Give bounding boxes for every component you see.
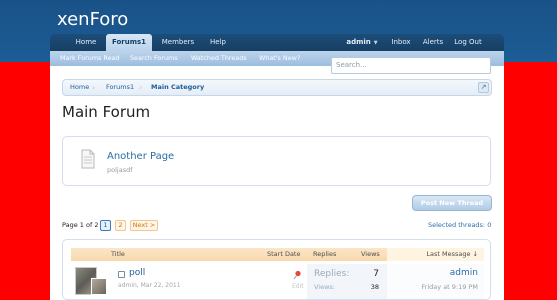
- alerts-link[interactable]: Alerts: [419, 34, 447, 51]
- breadcrumb-forums[interactable]: Forums1: [106, 80, 134, 95]
- logout-link[interactable]: Log Out: [452, 34, 484, 51]
- page-title: Main Forum: [62, 103, 151, 121]
- user-menu[interactable]: admin ▼: [343, 34, 381, 51]
- tab-home[interactable]: Home: [64, 34, 108, 51]
- tab-members-label: Members: [161, 38, 195, 46]
- tab-help[interactable]: Help: [202, 34, 234, 51]
- views-label: Views:: [314, 283, 336, 291]
- breadcrumb-separator-icon: ›: [139, 83, 143, 92]
- thread-list-header: Title Start Date Replies Views Last Mess…: [71, 248, 484, 261]
- inbox-link[interactable]: Inbox: [388, 34, 414, 51]
- last-poster-avatar[interactable]: [91, 278, 107, 295]
- page-content: Home › Forums1 › Main Category ↗ Main Fo…: [50, 66, 504, 300]
- breadcrumb-main-category[interactable]: Main Category: [151, 80, 204, 95]
- replies-count: 7: [373, 269, 379, 279]
- logout-label: Log Out: [454, 38, 482, 46]
- last-message-date[interactable]: Friday at 9:19 PM: [387, 283, 478, 291]
- node-title-link[interactable]: Another Page: [107, 151, 174, 162]
- tab-forums[interactable]: Forums1: [106, 34, 152, 51]
- selected-threads-link[interactable]: Selected threads: 0: [428, 221, 491, 229]
- next-page-link[interactable]: Next >: [130, 220, 158, 231]
- chevron-down-icon: ▼: [373, 40, 378, 46]
- node-list-item: Another Page poljasdf: [62, 136, 491, 186]
- thread-title-link[interactable]: poll: [129, 268, 145, 278]
- last-message-user-link[interactable]: admin: [387, 268, 478, 278]
- page-document-icon: [81, 149, 95, 169]
- tab-help-label: Help: [210, 38, 226, 46]
- breadcrumb-separator-icon: ›: [92, 83, 96, 92]
- sticky-pin-icon: [293, 270, 301, 280]
- main-nav: Home Forums1 Members Help admin ▼ Inbox A…: [50, 34, 504, 51]
- start-date-column-header[interactable]: Start Date: [267, 248, 300, 261]
- tab-home-label: Home: [75, 38, 97, 46]
- table-row: poll admin, Mar 22, 2011 Edit Replies: V…: [71, 264, 484, 299]
- user-menu-label: admin: [346, 38, 371, 46]
- search-forums-link[interactable]: Search Forums: [130, 51, 178, 66]
- page-count-label: Page 1 of 2: [62, 221, 99, 229]
- page-1-link[interactable]: 1: [100, 220, 111, 231]
- thread-meta: admin, Mar 22, 2011: [118, 282, 181, 289]
- last-message-column-header[interactable]: Last Message ↓: [387, 248, 478, 261]
- thread-list: Title Start Date Replies Views Last Mess…: [62, 239, 491, 300]
- alerts-label: Alerts: [422, 38, 444, 46]
- tab-forums-label: Forums1: [111, 38, 147, 46]
- title-column-header[interactable]: Title: [111, 248, 125, 261]
- breadcrumb: Home › Forums1 › Main Category ↗: [62, 79, 492, 96]
- thread-select-checkbox[interactable]: [118, 271, 125, 278]
- search-input[interactable]: Search...: [331, 57, 491, 74]
- mark-forums-read-link[interactable]: Mark Forums Read: [60, 51, 119, 66]
- edit-thread-link[interactable]: Edit: [292, 283, 304, 290]
- inbox-label: Inbox: [391, 38, 411, 46]
- logo-text: xenForo: [57, 9, 128, 30]
- breadcrumb-home[interactable]: Home: [70, 80, 89, 95]
- replies-column-header[interactable]: Replies: [313, 248, 336, 261]
- node-description: poljasdf: [107, 166, 133, 174]
- views-count: 38: [370, 283, 379, 291]
- views-column-header[interactable]: Views: [361, 248, 380, 261]
- xenforo-logo[interactable]: xenForo: [57, 4, 197, 34]
- whats-new-link[interactable]: What's New?: [259, 51, 300, 66]
- page-2-link[interactable]: 2: [115, 220, 126, 231]
- tab-members[interactable]: Members: [154, 34, 202, 51]
- jump-menu-icon[interactable]: ↗: [478, 82, 489, 93]
- watched-threads-link[interactable]: Watched Threads: [191, 51, 247, 66]
- post-new-thread-button[interactable]: Post New Thread: [412, 195, 492, 211]
- replies-label: Replies:: [314, 269, 350, 279]
